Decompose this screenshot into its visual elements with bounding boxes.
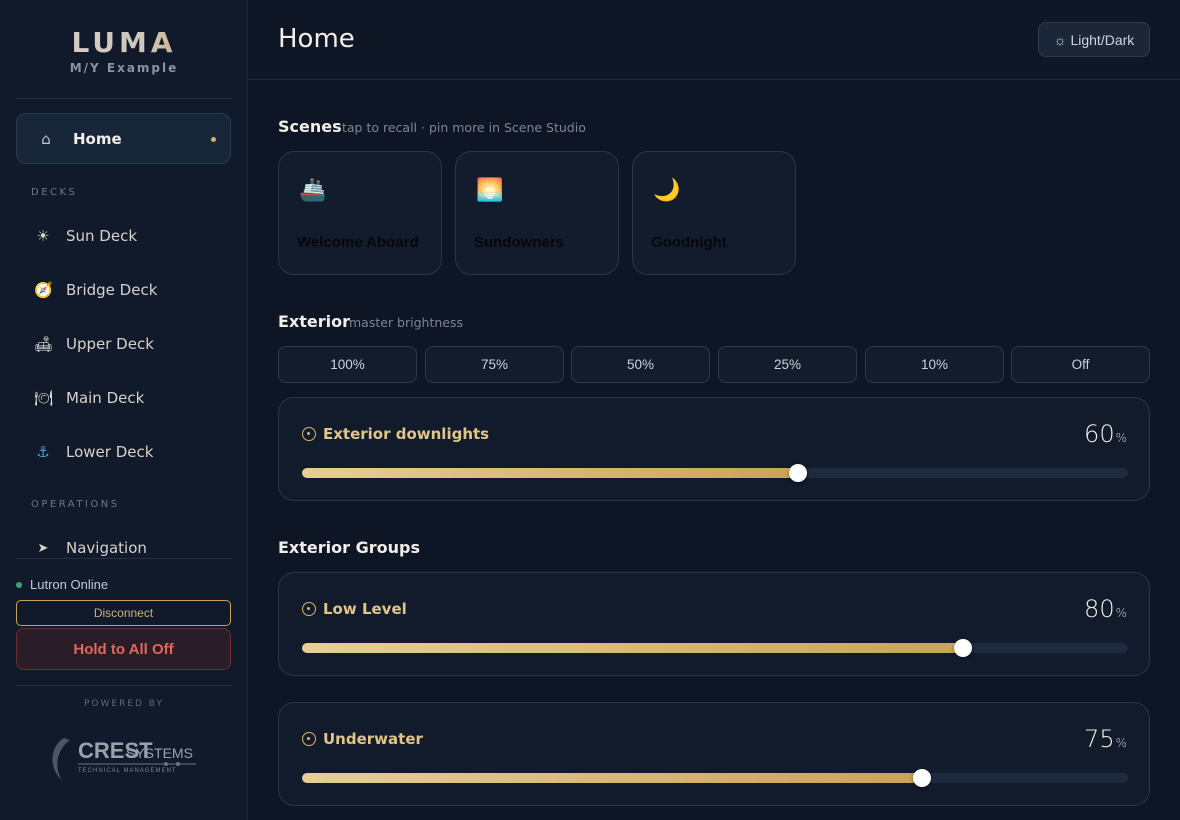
sidebar-item-label: Navigation [66, 539, 147, 557]
navigation-icon: ➤ [37, 540, 49, 556]
light-card-underwater: Underwater 75% [278, 702, 1150, 806]
scene-card-sundowners[interactable]: 🌅 Sundowners [455, 151, 619, 275]
scenes-heading: Scenes [278, 117, 342, 136]
slider-fill [302, 773, 922, 783]
sidebar: LUMA M/Y Example ⌂ Home DECKS ☀ Sun Deck… [0, 0, 248, 820]
crest-wordmark-suffix: SYSTEMS [126, 745, 193, 761]
light-level-unit: % [1115, 736, 1127, 750]
vessel-name: M/Y Example [69, 61, 179, 75]
light-level-value: 60 [1084, 420, 1115, 448]
light-name: Low Level [323, 600, 407, 618]
light-level-unit: % [1115, 431, 1127, 445]
luma-logo: LUMA [0, 26, 248, 59]
power-icon[interactable] [302, 732, 316, 746]
light-header: Underwater [302, 730, 423, 748]
light-level-readout: 75% [1084, 725, 1127, 753]
sunset-icon: 🌅 [476, 178, 504, 203]
light-level-value: 75 [1084, 725, 1115, 753]
light-name: Exterior downlights [323, 425, 490, 443]
sidebar-item-bridge-deck[interactable]: 🧭 Bridge Deck [16, 270, 231, 310]
preset-off-button[interactable]: Off [1011, 346, 1150, 383]
preset-10-button[interactable]: 10% [865, 346, 1004, 383]
power-icon[interactable] [302, 427, 316, 441]
compass-icon: 🧭 [34, 281, 53, 299]
sidebar-item-label: Sun Deck [66, 227, 138, 245]
theme-toggle-button[interactable]: ☼ Light/Dark [1038, 22, 1150, 57]
exterior-subtitle: master brightness [349, 315, 463, 330]
page-title: Home [278, 24, 355, 54]
preset-25-button[interactable]: 25% [718, 346, 857, 383]
exterior-heading: Exterior [278, 312, 351, 331]
slider-thumb[interactable] [912, 769, 931, 787]
sidebar-divider [16, 98, 232, 99]
light-header: Low Level [302, 600, 407, 618]
all-off-button[interactable]: Hold to All Off [16, 628, 231, 670]
light-header: Exterior downlights [302, 425, 489, 443]
sun-icon: ☀ [36, 227, 50, 245]
preset-50-button[interactable]: 50% [571, 346, 710, 383]
brightness-slider[interactable] [302, 464, 1128, 482]
scene-label: Sundowners [474, 234, 565, 251]
sidebar-item-lower-deck[interactable]: ⚓ Lower Deck [16, 432, 231, 472]
sidebar-item-sun-deck[interactable]: ☀ Sun Deck [16, 216, 231, 256]
slider-fill [302, 643, 963, 653]
light-level-value: 80 [1084, 595, 1115, 623]
ship-icon: 🚢 [299, 178, 327, 203]
scene-card-welcome-aboard[interactable]: 🚢 Welcome Aboard [278, 151, 442, 275]
slider-thumb[interactable] [788, 464, 807, 482]
disconnect-button[interactable]: Disconnect [16, 600, 231, 626]
moon-icon: 🌙 [653, 178, 681, 203]
scene-card-goodnight[interactable]: 🌙 Goodnight [632, 151, 796, 275]
section-label-operations: OPERATIONS [31, 499, 120, 510]
scene-label: Welcome Aboard [297, 234, 419, 251]
light-card-low-level: Low Level 80% [278, 572, 1150, 676]
sidebar-item-label: Main Deck [66, 389, 145, 407]
sidebar-item-label: Bridge Deck [66, 281, 158, 299]
sidebar-divider [16, 685, 232, 686]
status-dot-icon [16, 581, 22, 588]
sidebar-item-main-deck[interactable]: 🍽 Main Deck [16, 378, 231, 418]
slider-fill [302, 468, 798, 478]
crest-tagline: TECHNICAL MANAGEMENT [78, 768, 176, 774]
light-card-exterior-downlights: Exterior downlights 60% [278, 397, 1150, 501]
sidebar-item-home[interactable]: ⌂ Home [16, 113, 231, 164]
scenes-subtitle: tap to recall · pin more in Scene Studio [342, 120, 586, 135]
preset-75-button[interactable]: 75% [425, 346, 564, 383]
scene-label: Goodnight [651, 234, 727, 251]
light-level-readout: 60% [1084, 420, 1127, 448]
sidebar-divider [16, 558, 232, 559]
preset-100-button[interactable]: 100% [278, 346, 417, 383]
header: Home ☼ Light/Dark [248, 0, 1180, 80]
sidebar-item-upper-deck[interactable]: 🛋 Upper Deck [16, 324, 231, 364]
sofa-icon: 🛋 [34, 335, 54, 353]
sidebar-item-label: Upper Deck [66, 335, 154, 353]
sidebar-item-label: Lower Deck [66, 443, 154, 461]
light-level-readout: 80% [1084, 595, 1127, 623]
home-icon: ⌂ [41, 129, 51, 148]
section-label-decks: DECKS [31, 187, 78, 198]
crest-systems-logo: CREST SYSTEMS TECHNICAL MANAGEMENT [52, 738, 196, 780]
brightness-slider[interactable] [302, 639, 1128, 657]
crest-swoosh-icon [52, 738, 70, 780]
connection-status: Lutron Online [16, 577, 108, 592]
brightness-slider[interactable] [302, 769, 1128, 787]
power-icon[interactable] [302, 602, 316, 616]
dining-icon: 🍽 [34, 389, 54, 407]
sidebar-item-label: Home [73, 129, 122, 148]
light-name: Underwater [323, 730, 423, 748]
exterior-groups-heading: Exterior Groups [278, 538, 420, 557]
slider-thumb[interactable] [953, 639, 972, 657]
active-indicator [211, 137, 216, 142]
light-level-unit: % [1115, 606, 1127, 620]
powered-by-label: POWERED BY [83, 699, 164, 709]
status-text: Lutron Online [30, 577, 109, 592]
brand: LUMA M/Y Example [0, 26, 248, 75]
anchor-icon: ⚓ [36, 443, 50, 461]
